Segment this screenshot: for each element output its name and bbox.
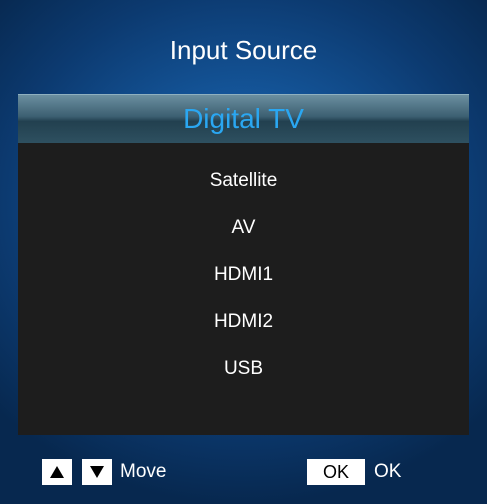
- source-item-satellite[interactable]: Satellite: [18, 166, 469, 196]
- move-hint-label: Move: [120, 461, 167, 482]
- ok-hint-label: OK: [374, 461, 402, 482]
- source-list: Satellite AV HDMI1 HDMI2 USB: [18, 143, 469, 435]
- down-arrow-key-icon: [82, 459, 112, 485]
- input-source-dialog: Input Source Digital TV Satellite AV HDM…: [0, 0, 487, 504]
- source-item-hdmi2[interactable]: HDMI2: [18, 307, 469, 337]
- footer-hints: Move OK OK: [0, 452, 487, 488]
- source-item-usb[interactable]: USB: [18, 354, 469, 384]
- ok-key-label: OK: [322, 461, 349, 482]
- source-item-av[interactable]: AV: [18, 213, 469, 243]
- dialog-title: Input Source: [169, 35, 318, 65]
- source-item-hdmi1[interactable]: HDMI1: [18, 260, 469, 290]
- up-arrow-key-icon: [42, 459, 72, 485]
- ok-key-icon: OK: [307, 459, 365, 485]
- source-item-digital-tv-selected[interactable]: Digital TV: [18, 94, 469, 144]
- selected-source-label: Digital TV: [183, 103, 304, 134]
